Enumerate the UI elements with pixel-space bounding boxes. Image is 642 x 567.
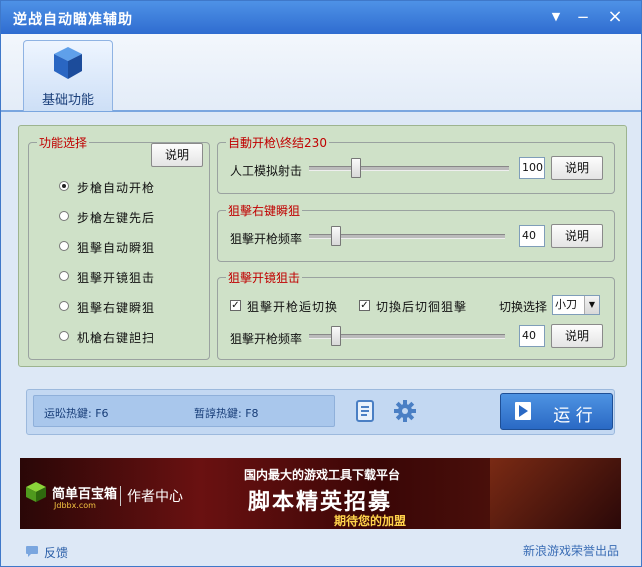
promo-banner[interactable]: 简单百宝箱 Jdbbx.com 作者中心 国内最大的游戏工具下载平台 脚本精英招… (20, 458, 621, 529)
tab-bar: 基础功能 (1, 34, 641, 112)
switch-select-value: 小刀 (555, 298, 577, 311)
radio-dot (59, 211, 69, 221)
cube-icon (54, 47, 82, 79)
app-window: 逆战自动瞄准辅助 ▼ − × 基础功能 功能选择 说明 步槍自动开枪 步槍左键先… (0, 0, 642, 567)
sniper-scope-slider[interactable] (309, 326, 505, 346)
checkbox-switch-back-label: 切換后切徊狙擊 (376, 300, 468, 314)
play-icon-box (515, 402, 531, 420)
auto-fire-value[interactable]: 100 (519, 157, 545, 179)
checkbox-switch-back[interactable]: ✓ (359, 300, 370, 311)
sniper-scope-label: 狙擊开枪频率 (230, 332, 303, 346)
switch-select[interactable]: 小刀 ▼ (552, 295, 600, 315)
minimize-button[interactable]: − (573, 7, 593, 27)
radio-dot (59, 331, 69, 341)
radio-dot (59, 241, 69, 251)
feedback-link[interactable]: 反馈 (44, 544, 68, 561)
slider-thumb[interactable] (331, 226, 342, 246)
auto-fire-slider[interactable] (309, 158, 509, 178)
sniper-scope-legend: 狙擊开镜狙击 (228, 271, 301, 285)
hotkey-panel: 运昖热鍵: F6 暂諄热鍵: F8 (33, 395, 335, 427)
tab-label: 基础功能 (41, 93, 94, 108)
run-button[interactable]: 运 行 (500, 393, 613, 430)
play-icon (519, 405, 528, 417)
treasure-box-icon (26, 482, 46, 502)
banner-headline-sub: 期待您的加盟 (334, 514, 407, 528)
sniper-scope-help-button[interactable]: 说明 (551, 324, 603, 348)
sniper-right-label: 狙擊开枪频率 (230, 232, 303, 246)
banner-headline-top: 国内最大的游戏工具下载平台 (244, 468, 401, 482)
auto-fire-label: 人工模拟射击 (230, 164, 303, 178)
function-select-legend: 功能选择 (39, 136, 88, 150)
run-button-label: 运 行 (553, 406, 593, 426)
radio-dot (59, 301, 69, 311)
switch-select-label: 切换选择 (499, 300, 548, 314)
run-hotkey: 运昖热鍵: F6 (44, 407, 109, 420)
function-help-button[interactable]: 说明 (151, 143, 203, 167)
sniper-right-help-button[interactable]: 说明 (551, 224, 603, 248)
window-title: 逆战自动瞄准辅助 (13, 12, 133, 28)
slider-thumb[interactable] (331, 326, 342, 346)
pause-hotkey: 暂諄热鍵: F8 (194, 407, 259, 420)
chevron-down-icon[interactable]: ▼ (584, 296, 599, 314)
sniper-right-value[interactable]: 40 (519, 225, 545, 247)
slider-track (309, 166, 509, 171)
auto-fire-help-button[interactable]: 说明 (551, 156, 603, 180)
banner-author-center: 作者中心 (120, 486, 183, 506)
chat-icon[interactable] (25, 545, 39, 557)
menu-button[interactable]: ▼ (546, 7, 566, 27)
banner-logo-sub: Jdbbx.com (54, 501, 96, 510)
auto-fire-legend: 自動开枪\终结230 (228, 136, 327, 150)
tab-basic-functions[interactable]: 基础功能 (23, 40, 113, 111)
notes-icon[interactable] (354, 399, 376, 423)
sniper-scope-value[interactable]: 40 (519, 325, 545, 347)
radio-dot (59, 181, 69, 191)
close-button[interactable]: × (605, 7, 625, 27)
sniper-right-slider[interactable] (309, 226, 505, 246)
checkbox-switch-fire-label: 狙擊开枪逅切换 (247, 300, 339, 314)
radio-dot (59, 271, 69, 281)
title-bar: 逆战自动瞄准辅助 ▼ − × (1, 1, 641, 34)
banner-logo-text: 简单百宝箱 (52, 487, 118, 502)
status-bar: 运昖热鍵: F6 暂諄热鍵: F8 运 行 (26, 389, 615, 435)
banner-artwork (490, 458, 621, 529)
slider-thumb[interactable] (350, 158, 361, 178)
producer-credit: 新浪游戏荣誉出品 (523, 544, 620, 558)
settings-panel: 功能选择 说明 步槍自动开枪 步槍左键先后 狙擊自动瞬狙 狙擊开镜狙击 狙擊右键… (18, 125, 627, 367)
gear-icon[interactable] (393, 399, 417, 423)
sniper-right-legend: 狙擊右键瞬狙 (228, 204, 301, 218)
checkbox-switch-fire[interactable]: ✓ (230, 300, 241, 311)
